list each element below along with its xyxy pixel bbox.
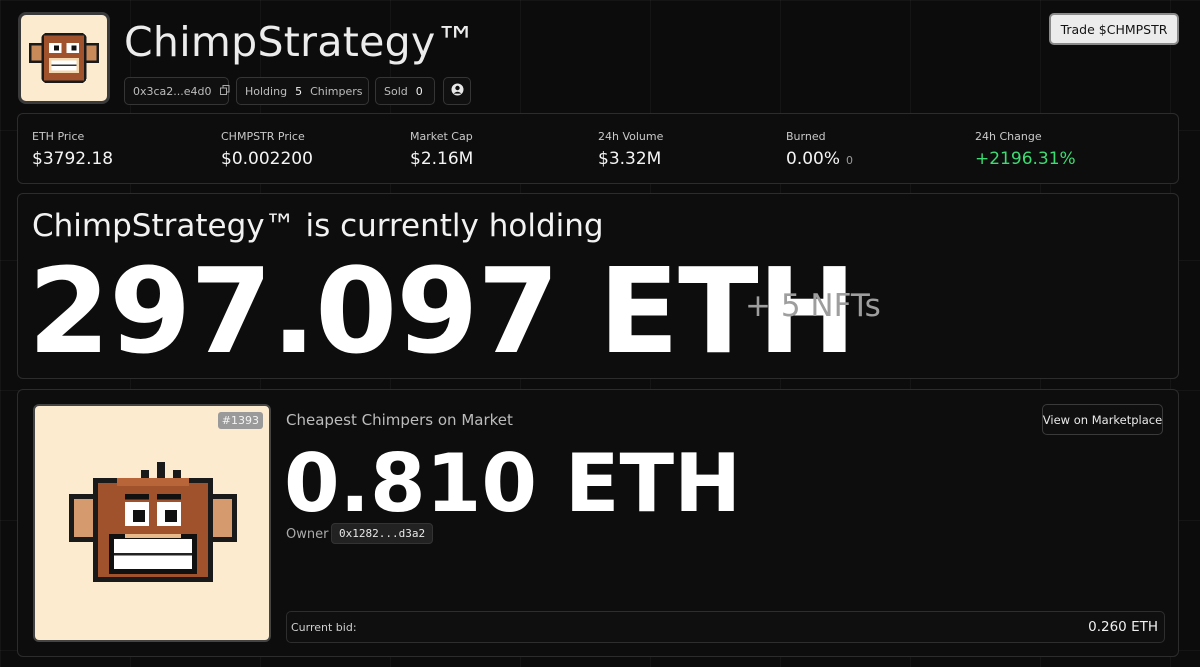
chimp-nft-image: [69, 462, 237, 582]
contract-address: 0x3ca2...e4d0: [133, 84, 212, 98]
stat-label: Burned: [786, 130, 826, 143]
floor-price: 0.810 ETH: [284, 437, 742, 530]
sold-label: Sold: [384, 84, 408, 98]
holdings-amount: 297.097 ETH: [28, 242, 856, 380]
stat-value: $3792.18: [32, 149, 114, 169]
owner-address[interactable]: 0x1282...d3a2: [331, 523, 434, 544]
copy-icon[interactable]: [219, 84, 230, 98]
stat-sub-value: 0: [846, 154, 854, 167]
stat-value: $3.32M: [598, 149, 662, 169]
stat-burned: Burned 0.00% 0: [786, 130, 853, 169]
sold-chip: Sold 0: [375, 77, 435, 105]
stat-chmpstr-price: CHMPSTR Price $0.002200: [221, 130, 313, 169]
app-title: ChimpStrategy™: [124, 18, 477, 66]
view-on-marketplace-button[interactable]: View on Marketplace: [1042, 404, 1163, 435]
current-bid-value: 0.260 ETH: [1088, 619, 1158, 635]
current-bid-label: Current bid:: [291, 620, 357, 634]
stat-market-cap: Market Cap $2.16M: [410, 130, 473, 169]
holdings-heading: ChimpStrategy™ is currently holding: [32, 208, 604, 244]
sold-count: 0: [415, 84, 423, 98]
holdings-nft-count: + 5 NFTs: [745, 288, 881, 324]
avatar-icon: [451, 83, 464, 99]
stat-24h-change: 24h Change +2196.31%: [975, 130, 1076, 169]
stat-value-row: 0.00% 0: [786, 149, 853, 169]
holding-label: Holding: [245, 84, 288, 98]
contract-address-chip[interactable]: 0x3ca2...e4d0: [124, 77, 230, 105]
holding-count: 5: [295, 84, 303, 98]
stat-label: Market Cap: [410, 130, 473, 143]
holding-chip: Holding 5 Chimpers: [236, 77, 369, 105]
market-label: Cheapest Chimpers on Market: [286, 411, 513, 429]
current-bid-bar: Current bid: 0.260 ETH: [286, 611, 1165, 643]
avatar-button[interactable]: [443, 77, 471, 105]
owner-label: Owner: [286, 527, 329, 542]
stat-label: CHMPSTR Price: [221, 130, 305, 143]
trade-button[interactable]: Trade $CHMPSTR: [1049, 13, 1179, 45]
stat-label: ETH Price: [32, 130, 85, 143]
stat-value: +2196.31%: [975, 149, 1076, 169]
stat-eth-price: ETH Price $3792.18: [32, 130, 113, 169]
nft-id-badge: #1393: [217, 412, 263, 429]
stat-label: 24h Volume: [598, 130, 664, 143]
stat-value: 0.00%: [786, 149, 841, 169]
stat-value: $2.16M: [410, 149, 474, 169]
stat-value: $0.002200: [221, 149, 313, 169]
holding-unit: Chimpers: [310, 84, 363, 98]
stat-24h-volume: 24h Volume $3.32M: [598, 130, 663, 169]
nft-card[interactable]: #1393: [33, 404, 271, 642]
chimp-logo: [18, 12, 110, 104]
stat-label: 24h Change: [975, 130, 1042, 143]
